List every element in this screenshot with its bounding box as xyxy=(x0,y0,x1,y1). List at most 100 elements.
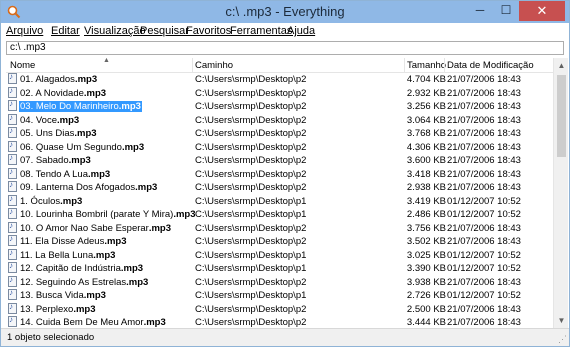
file-name[interactable]: 12. Seguindo As Estrelas.mp3 xyxy=(8,275,149,290)
file-name[interactable]: 12. Capitão de Indústria.mp3 xyxy=(8,261,144,276)
maximize-button[interactable]: ☐ xyxy=(493,1,519,21)
table-row[interactable]: 08. Tendo A Lua.mp3 C:\Users\srmp\Desktop… xyxy=(6,167,553,182)
table-row[interactable]: 1. Óculos.mp3 C:\Users\srmp\Desktop\p1 3.4… xyxy=(6,194,553,209)
audio-file-icon xyxy=(8,221,17,233)
file-name[interactable]: 06. Quase Um Segundo.mp3 xyxy=(8,140,145,155)
file-name[interactable]: 01. Alagados.mp3 xyxy=(8,73,98,87)
file-name[interactable]: 13. Busca Vida.mp3 xyxy=(8,288,107,303)
title-bar[interactable]: c:\ .mp3 - Everything ─ ☐ ✕ xyxy=(1,1,569,23)
file-path: C:\Users\srmp\Desktop\p2 xyxy=(195,182,307,193)
resize-grip-icon[interactable]: ⋰ xyxy=(558,334,567,345)
column-date[interactable]: Data de Modificação xyxy=(447,60,534,71)
everything-window: c:\ .mp3 - Everything ─ ☐ ✕ Arquivo Edit… xyxy=(0,0,570,347)
audio-file-icon xyxy=(8,113,17,125)
file-name[interactable]: 07. Sabado.mp3 xyxy=(8,153,92,168)
column-size[interactable]: Tamanho xyxy=(407,60,446,71)
minimize-button[interactable]: ─ xyxy=(467,1,493,21)
table-row[interactable]: 10. Lourinha Bombril (parate Y Mira).mp3… xyxy=(6,207,553,222)
file-date: 21/07/2006 18:43 xyxy=(447,182,521,193)
scroll-up-icon[interactable]: ▲ xyxy=(554,58,569,73)
file-date: 01/12/2007 10:52 xyxy=(447,249,521,261)
file-date: 21/07/2006 18:43 xyxy=(447,87,521,99)
file-size: 3.756 KB xyxy=(406,222,446,234)
menu-ferramentas[interactable]: Ferramentas xyxy=(230,25,292,37)
table-row[interactable]: 12. Capitão de Indústria.mp3 C:\Users\srm… xyxy=(6,261,553,276)
menu-visualizacao[interactable]: Visualização xyxy=(84,25,146,37)
file-name[interactable]: 02. A Novidade.mp3 xyxy=(8,86,107,101)
menu-bar: Arquivo Editar Visualização Pesquisar Fa… xyxy=(1,23,569,40)
menu-favoritos[interactable]: Favoritos xyxy=(186,25,231,37)
file-name-prefix: 10. Lourinha Bombril (parate Y Mira) xyxy=(20,209,174,220)
table-row[interactable]: 01. Alagados.mp3 C:\Users\srmp\Desktop\p2… xyxy=(6,73,553,87)
scrollbar-thumb[interactable] xyxy=(557,75,566,157)
column-name[interactable]: Nome xyxy=(10,60,35,71)
table-row[interactable]: 13. Perplexo.mp3 C:\Users\srmp\Desktop\p2… xyxy=(6,302,553,317)
file-path: C:\Users\srmp\Desktop\p1 xyxy=(195,209,307,220)
file-date: 21/07/2006 18:43 xyxy=(447,303,521,315)
scroll-down-icon[interactable]: ▼ xyxy=(554,313,569,328)
menu-editar[interactable]: Editar xyxy=(51,25,80,37)
file-name[interactable]: 11. Ela Disse Adeus.mp3 xyxy=(8,234,128,249)
file-extension: .mp3 xyxy=(173,209,196,220)
file-name[interactable]: 14. Cuida Bem De Meu Amor.mp3 xyxy=(8,315,167,327)
vertical-scrollbar[interactable]: ▲ ▼ xyxy=(553,58,568,328)
file-path: C:\Users\srmp\Desktop\p2 xyxy=(195,74,307,85)
table-row[interactable]: 03. Melo Do Marinheiro.mp3 C:\Users\srmp\… xyxy=(6,99,553,114)
file-name[interactable]: 09. Lanterna Dos Afogados.mp3 xyxy=(8,180,158,195)
table-row[interactable]: 06. Quase Um Segundo.mp3 C:\Users\srmp\De… xyxy=(6,140,553,155)
column-divider[interactable] xyxy=(404,58,405,72)
file-name-prefix: 13. Perplexo xyxy=(20,303,74,315)
file-size: 4.306 KB xyxy=(406,141,446,153)
table-row[interactable]: 09. Lanterna Dos Afogados.mp3 C:\Users\sr… xyxy=(6,180,553,195)
table-row[interactable]: 14. Cuida Bem De Meu Amor.mp3 C:\Users\sr… xyxy=(6,315,553,327)
file-extension: .mp3 xyxy=(56,114,80,126)
file-name[interactable]: 08. Tendo A Lua.mp3 xyxy=(8,167,111,182)
file-date: 01/12/2007 10:52 xyxy=(447,290,521,301)
table-row[interactable]: 02. A Novidade.mp3 C:\Users\srmp\Desktop\… xyxy=(6,86,553,101)
table-row[interactable]: 07. Sabado.mp3 C:\Users\srmp\Desktop\p2 3.… xyxy=(6,153,553,168)
file-name[interactable]: 03. Melo Do Marinheiro.mp3 xyxy=(8,99,142,114)
column-path[interactable]: Caminho xyxy=(195,60,233,71)
file-name[interactable]: 11. La Bella Luna.mp3 xyxy=(8,248,116,263)
file-size: 3.418 KB xyxy=(406,168,446,180)
table-row[interactable]: 12. Seguindo As Estrelas.mp3 C:\Users\srm… xyxy=(6,275,553,290)
column-divider[interactable] xyxy=(192,58,193,72)
table-row[interactable]: 13. Busca Vida.mp3 C:\Users\srmp\Desktop\… xyxy=(6,288,553,303)
menu-ajuda[interactable]: Ajuda xyxy=(287,25,315,37)
audio-file-icon xyxy=(8,180,17,192)
file-name[interactable]: 1. Óculos.mp3 xyxy=(8,194,83,209)
file-name[interactable]: 04. Voce.mp3 xyxy=(8,113,80,128)
table-row[interactable]: 11. La Bella Luna.mp3 C:\Users\srmp\Deskt… xyxy=(6,248,553,263)
file-name-prefix: 10. O Amor Nao Sabe Esperar xyxy=(20,222,149,234)
file-path: C:\Users\srmp\Desktop\p1 xyxy=(195,290,307,301)
file-extension: .mp3 xyxy=(83,290,106,301)
file-name-prefix: 08. Tendo A Lua xyxy=(20,168,88,180)
file-name-prefix: 09. Lanterna Dos Afogados xyxy=(20,182,136,193)
table-row[interactable]: 11. Ela Disse Adeus.mp3 C:\Users\srmp\Des… xyxy=(6,234,553,249)
file-date: 21/07/2006 18:43 xyxy=(447,74,521,85)
file-name[interactable]: 13. Perplexo.mp3 xyxy=(8,302,97,317)
file-name[interactable]: 05. Uns Dias.mp3 xyxy=(8,126,98,141)
audio-file-icon xyxy=(8,302,17,314)
file-size: 2.932 KB xyxy=(406,87,446,99)
table-row[interactable]: 04. Voce.mp3 C:\Users\srmp\Desktop\p2 3.06… xyxy=(6,113,553,128)
search-input[interactable]: c:\ .mp3 xyxy=(6,41,564,55)
menu-pesquisar[interactable]: Pesquisar xyxy=(140,25,189,37)
file-date: 21/07/2006 18:43 xyxy=(447,101,521,112)
menu-arquivo[interactable]: Arquivo xyxy=(6,25,43,37)
file-size: 3.390 KB xyxy=(406,263,446,274)
file-path: C:\Users\srmp\Desktop\p2 xyxy=(195,141,307,153)
file-date: 01/12/2007 10:52 xyxy=(447,263,521,274)
audio-file-icon xyxy=(8,248,17,260)
close-button[interactable]: ✕ xyxy=(519,1,565,21)
audio-file-icon xyxy=(8,153,17,165)
file-name[interactable]: 10. Lourinha Bombril (parate Y Mira).mp3 xyxy=(8,207,197,222)
table-row[interactable]: 05. Uns Dias.mp3 C:\Users\srmp\Desktop\p2… xyxy=(6,126,553,141)
file-extension: .mp3 xyxy=(83,87,107,99)
audio-file-icon xyxy=(8,275,17,287)
file-extension: .mp3 xyxy=(87,168,111,180)
file-name-prefix: 12. Seguindo As Estrelas xyxy=(20,276,127,288)
column-divider[interactable] xyxy=(444,58,445,72)
table-row[interactable]: 10. O Amor Nao Sabe Esperar.mp3 C:\Users\… xyxy=(6,221,553,236)
file-name[interactable]: 10. O Amor Nao Sabe Esperar.mp3 xyxy=(8,221,172,236)
